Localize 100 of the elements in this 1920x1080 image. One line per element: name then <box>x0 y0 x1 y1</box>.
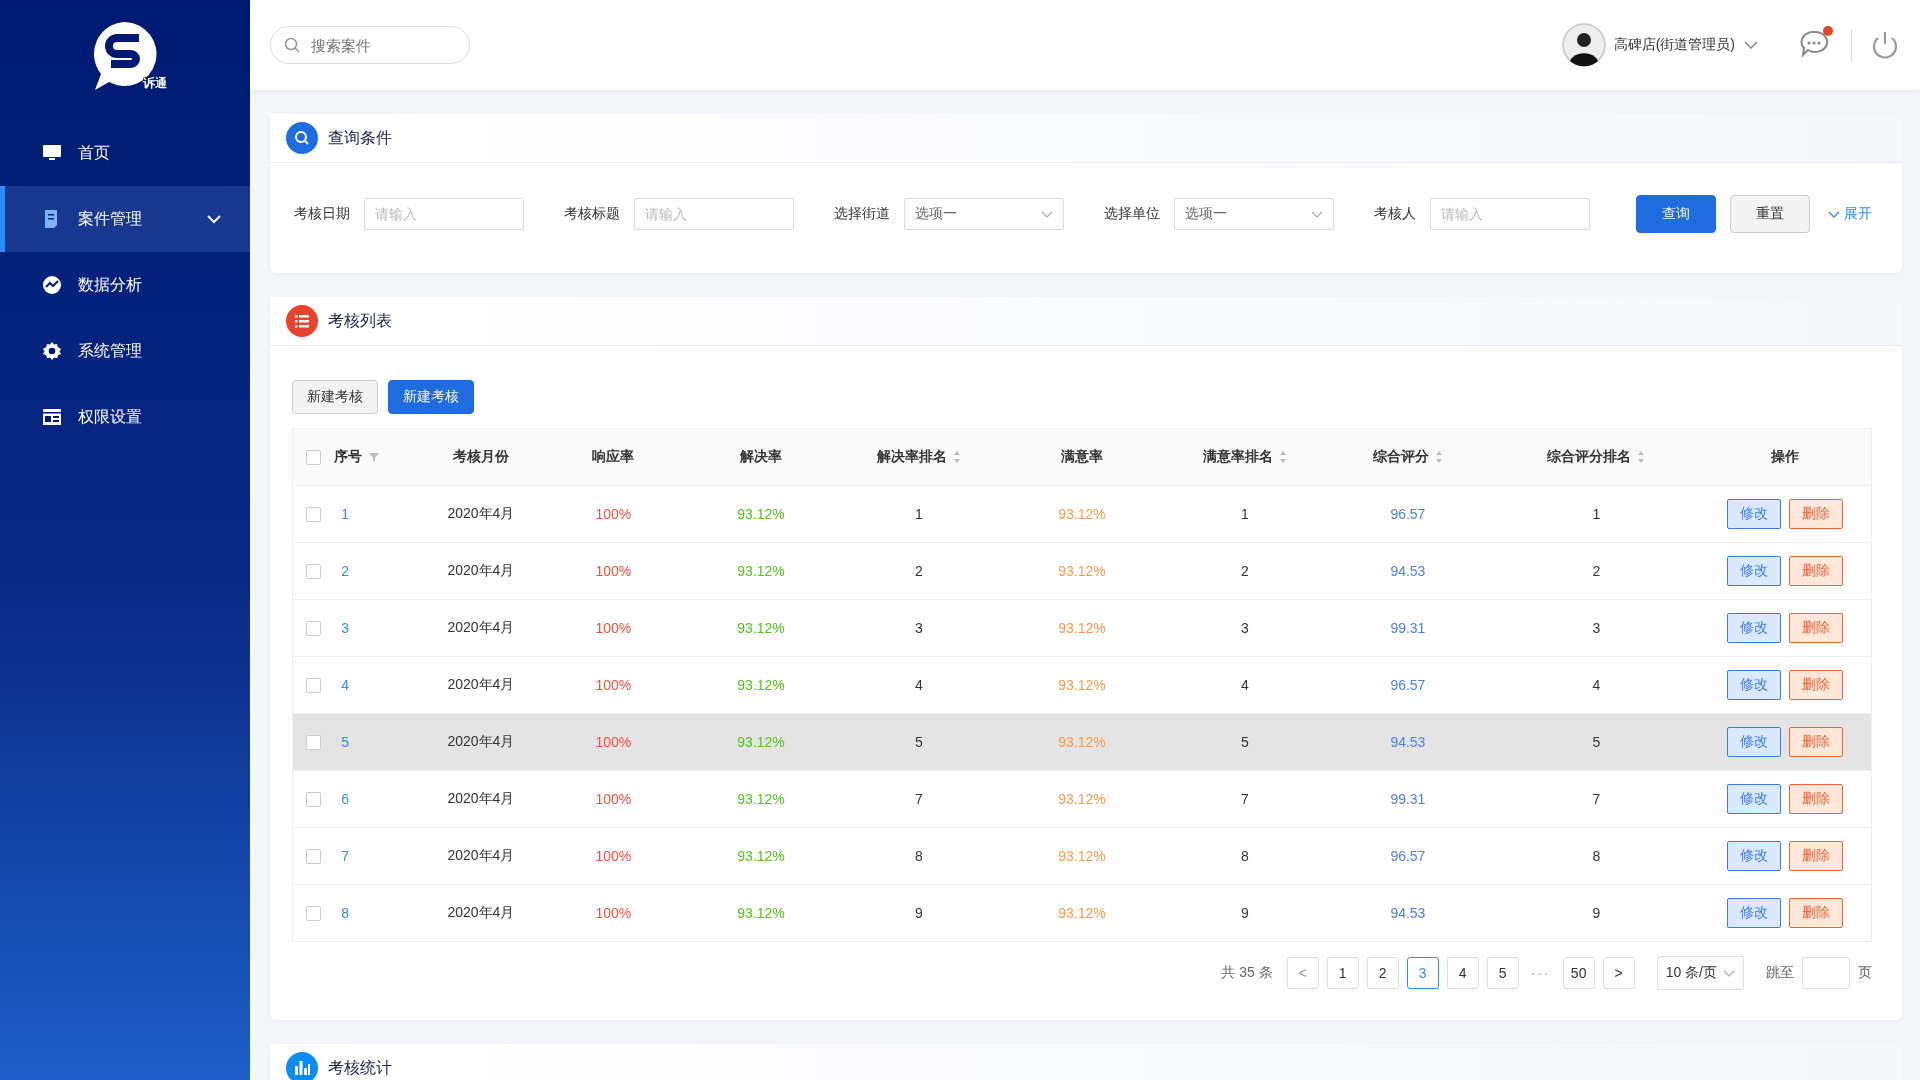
table-cell: 100% <box>595 506 632 522</box>
sidebar-item[interactable]: 系统管理 <box>0 318 250 384</box>
column-header: 解决率排名 <box>876 448 947 466</box>
page-button[interactable]: 3 <box>1406 957 1439 989</box>
bar-chart-icon <box>286 1052 318 1080</box>
panel-title: 考核列表 <box>328 310 392 331</box>
table-cell: 4 <box>915 677 923 693</box>
page-size-dropdown[interactable]: 10 条/页 <box>1656 956 1744 990</box>
table-cell: 2 <box>1592 563 1601 579</box>
table-cell: 1 <box>1592 506 1601 522</box>
delete-button[interactable]: 删除 <box>1788 556 1843 586</box>
field-label: 选择单位 <box>1104 205 1160 223</box>
page-button[interactable]: 50 <box>1562 957 1595 989</box>
edit-button[interactable]: 修改 <box>1726 556 1781 586</box>
dropdown[interactable]: 选项一 <box>1174 198 1334 230</box>
table-cell: 7 <box>915 791 923 807</box>
filter-icon <box>368 451 381 463</box>
delete-button[interactable]: 删除 <box>1788 898 1843 928</box>
power-icon[interactable] <box>1870 30 1900 60</box>
page-input[interactable] <box>1802 957 1850 989</box>
table-cell: 9 <box>1241 905 1249 921</box>
delete-button[interactable]: 删除 <box>1788 784 1843 814</box>
table-cell: 93.12% <box>737 677 785 693</box>
expand-link[interactable]: 展开 <box>1828 205 1872 223</box>
table-cell: 94.53 <box>1390 905 1426 921</box>
table-cell: 96.57 <box>1390 506 1426 522</box>
table-cell: 8 <box>915 848 923 864</box>
page-button[interactable]: 1 <box>1326 957 1359 989</box>
new-button[interactable]: 新建考核 <box>388 380 474 414</box>
delete-button[interactable]: 删除 <box>1788 841 1843 871</box>
delete-button[interactable]: 删除 <box>1788 727 1843 757</box>
next-page-button[interactable]: > <box>1602 957 1635 989</box>
sidebar-item[interactable]: 数据分析 <box>0 252 250 318</box>
sort-icon <box>1637 450 1646 464</box>
table-cell: 7 <box>1592 791 1601 807</box>
chevron-down-icon <box>1743 38 1759 52</box>
sidebar-item[interactable]: 案件管理 <box>0 186 250 252</box>
reset-button[interactable]: 重置 <box>1730 195 1810 233</box>
table-cell: 100% <box>595 563 632 579</box>
search-button[interactable]: 查询 <box>1636 195 1716 233</box>
delete-button[interactable]: 删除 <box>1788 670 1843 700</box>
edit-button[interactable]: 修改 <box>1726 784 1781 814</box>
table-cell: 93.12% <box>737 734 785 750</box>
jump-label: 跳至 <box>1766 964 1794 982</box>
table-cell: 3 <box>341 620 350 636</box>
search-field[interactable]: 搜索案件 <box>270 26 470 64</box>
page-button[interactable]: 2 <box>1366 957 1399 989</box>
edit-button[interactable]: 修改 <box>1726 613 1781 643</box>
chevron-down-icon <box>206 212 222 226</box>
column-header: 满意率排名 <box>1202 448 1273 466</box>
delete-button[interactable]: 删除 <box>1788 613 1843 643</box>
table-cell: 2 <box>341 563 350 579</box>
input-field[interactable]: 请输入 <box>634 198 794 230</box>
search-icon <box>284 37 300 53</box>
checkbox[interactable] <box>305 678 321 694</box>
chevron-down-icon <box>1041 209 1053 219</box>
edit-button[interactable]: 修改 <box>1726 841 1781 871</box>
table-cell: 2 <box>1241 563 1249 579</box>
dropdown[interactable]: 选项一 <box>904 198 1064 230</box>
edit-button[interactable]: 修改 <box>1726 727 1781 757</box>
input-field[interactable]: 请输入 <box>1430 198 1590 230</box>
checkbox[interactable] <box>305 906 321 922</box>
column-header: 满意率 <box>1060 448 1103 466</box>
table-cell: 3 <box>1592 620 1601 636</box>
sidebar-item[interactable]: 权限设置 <box>0 384 250 450</box>
edit-button[interactable]: 修改 <box>1726 898 1781 928</box>
delete-button[interactable]: 删除 <box>1788 499 1843 529</box>
page-button[interactable]: 5 <box>1486 957 1519 989</box>
panel-title: 考核统计 <box>328 1057 392 1078</box>
table-cell: 100% <box>595 620 632 636</box>
edit-button[interactable]: 修改 <box>1726 670 1781 700</box>
checkbox[interactable] <box>305 507 321 523</box>
sidebar-item[interactable]: 首页 <box>0 120 250 186</box>
sort-icon <box>1278 450 1287 464</box>
edit-button[interactable]: 修改 <box>1726 499 1781 529</box>
previous-page-button[interactable]: < <box>1286 957 1319 989</box>
table-cell: 93.12% <box>1058 620 1106 636</box>
checkbox[interactable] <box>305 735 321 751</box>
page-button[interactable]: 4 <box>1446 957 1479 989</box>
chevron-down-icon <box>1311 209 1323 219</box>
checkbox[interactable] <box>305 621 321 637</box>
table-cell: 2020年4月 <box>447 619 515 635</box>
total-count: 共 35 条 <box>1221 964 1273 982</box>
table-cell: 93.12% <box>737 506 785 522</box>
checkbox[interactable] <box>305 564 321 580</box>
id-card-icon <box>42 407 62 427</box>
user-menu[interactable]: 高碑店(街道管理员) <box>1561 23 1759 67</box>
new-button[interactable]: 新建考核 <box>292 380 378 414</box>
checkbox[interactable] <box>305 792 321 808</box>
checkbox[interactable] <box>305 450 321 466</box>
table-cell: 5 <box>1592 734 1601 750</box>
table-cell: 7 <box>341 848 350 864</box>
table-cell: 8 <box>1592 848 1601 864</box>
column-header: 序号 <box>334 448 363 466</box>
monitor-icon <box>42 143 62 163</box>
input-field[interactable]: 请输入 <box>364 198 524 230</box>
table-cell: 1 <box>1241 506 1249 522</box>
checkbox[interactable] <box>305 849 321 865</box>
table-cell: 2020年4月 <box>447 733 515 749</box>
column-header: 响应率 <box>592 448 635 466</box>
